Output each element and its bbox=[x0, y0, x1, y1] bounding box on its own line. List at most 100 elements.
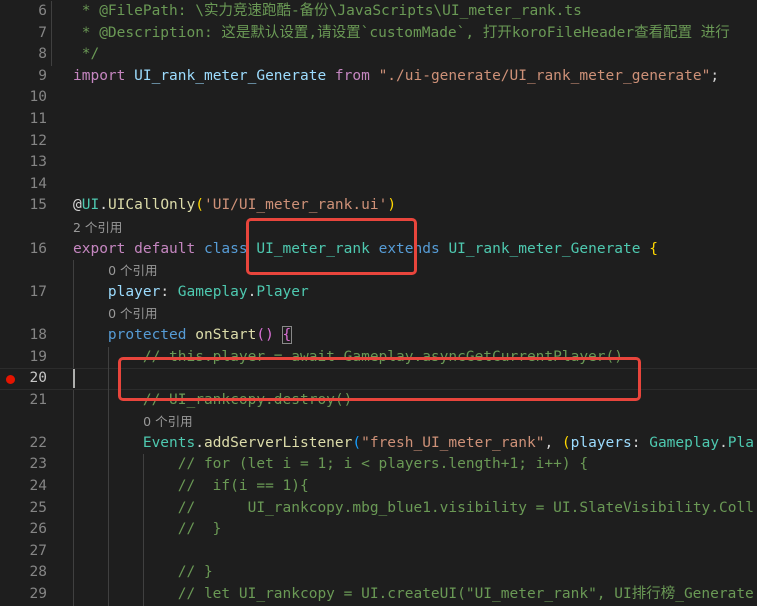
code-line[interactable]: 26 // } bbox=[0, 519, 757, 541]
indent-guide bbox=[143, 540, 144, 563]
code-line[interactable]: 12 bbox=[0, 131, 757, 153]
line-number: 28 bbox=[29, 564, 47, 581]
code-text: @UI.UICallOnly('UI/UI_meter_rank.ui') bbox=[73, 195, 757, 217]
code-token: . bbox=[195, 434, 204, 451]
code-token: // UI_rankcopy.mbg_blue1.visibility = UI… bbox=[177, 499, 754, 516]
codelens-row[interactable]: 0 个引用 bbox=[0, 303, 757, 325]
code-line[interactable]: 25 // UI_rankcopy.mbg_blue1.visibility =… bbox=[0, 497, 757, 520]
code-line[interactable]: 24 // if(i == 1){ bbox=[0, 476, 757, 498]
code-text: protected onStart() { bbox=[73, 325, 757, 347]
code-token: 'UI/UI_meter_rank.ui' bbox=[203, 197, 388, 214]
line-number: 22 bbox=[29, 434, 47, 451]
code-text: player: Gameplay.Player bbox=[73, 282, 757, 304]
references-codelens[interactable]: 0 个引用 bbox=[108, 303, 157, 325]
codelens-row[interactable]: 0 个引用 bbox=[0, 411, 757, 433]
code-token: ; bbox=[710, 67, 720, 84]
code-token: ( bbox=[352, 434, 362, 451]
code-token: UI bbox=[81, 197, 100, 214]
code-text: import UI_rank_meter_Generate from "./ui… bbox=[73, 66, 757, 88]
code-token: . bbox=[719, 434, 728, 451]
code-line[interactable]: 7 * @Description: 这是默认设置,请设置`customMade`… bbox=[0, 22, 757, 45]
line-number: 21 bbox=[29, 391, 47, 408]
code-line[interactable]: 18 protected onStart() { bbox=[0, 324, 757, 347]
code-text: // } bbox=[73, 562, 757, 584]
code-line[interactable]: 15 @UI.UICallOnly('UI/UI_meter_rank.ui') bbox=[0, 195, 757, 217]
indent-guide bbox=[108, 540, 109, 563]
code-text: // let UI_rankcopy = UI.createUI("UI_met… bbox=[73, 584, 757, 606]
code-line[interactable]: 28 // } bbox=[0, 562, 757, 585]
indent-guide bbox=[51, 22, 52, 45]
code-token: Gameplay bbox=[649, 434, 720, 451]
code-token: Events bbox=[142, 434, 196, 451]
code-token: () bbox=[256, 326, 274, 343]
code-token: // } bbox=[177, 521, 222, 538]
code-token: default bbox=[134, 240, 196, 257]
line-number: 8 bbox=[38, 46, 47, 63]
code-token: * @Description: 这是默认设置,请设置`customMade`, … bbox=[73, 24, 730, 41]
line-number: 29 bbox=[29, 586, 47, 603]
code-line[interactable]: 11 bbox=[0, 109, 757, 131]
indent-guide bbox=[108, 368, 109, 390]
line-number: 9 bbox=[38, 67, 47, 84]
line-number: 26 bbox=[29, 521, 47, 538]
code-token: * @FilePath: \实力竞速跑酷-备份\JavaScripts\UI_m… bbox=[73, 3, 582, 19]
line-number: 12 bbox=[29, 132, 47, 149]
code-token: from bbox=[334, 67, 370, 84]
code-token: // for (let i = 1; i < players.length+1;… bbox=[177, 456, 589, 473]
line-number: 7 bbox=[38, 24, 47, 41]
code-token: { bbox=[649, 240, 658, 257]
code-line[interactable]: 10 bbox=[0, 87, 757, 109]
code-token: @ bbox=[73, 197, 82, 214]
code-token: ) bbox=[387, 197, 397, 214]
code-line[interactable]: 29 // let UI_rankcopy = UI.createUI("UI_… bbox=[0, 584, 757, 606]
code-line[interactable]: 13 bbox=[0, 152, 757, 174]
code-line[interactable]: 22 Events.addServerListener("fresh_UI_me… bbox=[0, 432, 757, 455]
code-token: . bbox=[99, 197, 108, 214]
code-line[interactable]: 8 */ bbox=[0, 44, 757, 66]
code-line[interactable]: 27 bbox=[0, 540, 757, 563]
line-number: 17 bbox=[29, 283, 47, 300]
code-line[interactable]: 6 * @FilePath: \实力竞速跑酷-备份\JavaScripts\UI… bbox=[0, 1, 757, 23]
line-number: 13 bbox=[29, 154, 47, 171]
indent-guide bbox=[51, 1, 52, 23]
code-token: { bbox=[281, 325, 293, 344]
code-line[interactable]: 9 import UI_rank_meter_Generate from "./u… bbox=[0, 66, 757, 88]
code-token: player bbox=[107, 283, 161, 300]
code-text: Events.addServerListener("fresh_UI_meter… bbox=[73, 433, 757, 455]
annotation-box-empty-line bbox=[118, 357, 641, 401]
code-token: : bbox=[160, 283, 178, 300]
code-token: "fresh_UI_meter_rank" bbox=[361, 434, 545, 451]
code-line[interactable]: 14 bbox=[0, 174, 757, 196]
indent-guide bbox=[73, 303, 74, 325]
code-line[interactable]: 23 // for (let i = 1; i < players.length… bbox=[0, 454, 757, 477]
code-line[interactable]: 17 player: Gameplay.Player bbox=[0, 281, 757, 304]
code-token: onStart bbox=[195, 326, 257, 343]
code-token: addServerListener bbox=[203, 434, 353, 451]
line-number: 25 bbox=[29, 499, 47, 516]
line-number: 23 bbox=[29, 456, 47, 473]
references-codelens[interactable]: 2 个引用 bbox=[73, 217, 122, 239]
references-codelens[interactable]: 0 个引用 bbox=[108, 260, 157, 282]
code-text: */ bbox=[73, 44, 757, 66]
code-token: ( bbox=[561, 434, 571, 451]
code-token: Gameplay bbox=[177, 283, 248, 300]
code-token: class bbox=[203, 240, 248, 257]
code-token: : bbox=[631, 434, 650, 451]
code-token: // if(i == 1){ bbox=[177, 478, 309, 495]
indent-guide bbox=[51, 44, 52, 66]
code-text: // for (let i = 1; i < players.length+1;… bbox=[73, 454, 757, 476]
line-number: 14 bbox=[29, 175, 47, 192]
code-editor[interactable]: 6 * @FilePath: \实力竞速跑酷-备份\JavaScripts\UI… bbox=[0, 1, 757, 606]
code-token: */ bbox=[73, 46, 100, 63]
references-codelens[interactable]: 0 个引用 bbox=[143, 411, 192, 433]
